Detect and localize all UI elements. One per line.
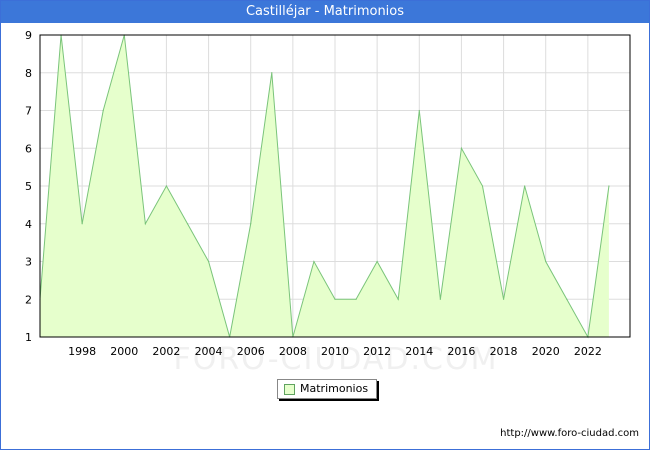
data-point — [397, 298, 399, 300]
x-tick-label: 2010 — [321, 345, 349, 358]
x-tick-label: 2002 — [152, 345, 180, 358]
chart-frame: Castilléjar - Matrimonios FORO-CIUDAD.CO… — [0, 0, 650, 450]
x-tick-label: 2020 — [532, 345, 560, 358]
data-point — [566, 298, 568, 300]
y-tick-label: 3 — [25, 256, 32, 269]
x-tick-label: 2004 — [195, 345, 223, 358]
x-tick-label: 2022 — [574, 345, 602, 358]
data-point — [334, 298, 336, 300]
legend-label: Matrimonios — [300, 382, 369, 395]
x-tick-label: 1998 — [68, 345, 96, 358]
y-tick-label: 8 — [25, 67, 32, 80]
data-point — [460, 147, 463, 149]
y-tick-label: 4 — [25, 218, 32, 231]
data-point — [545, 260, 547, 263]
data-point — [376, 260, 378, 263]
data-point — [207, 260, 210, 263]
data-point — [313, 260, 315, 263]
x-tick-label: 2018 — [490, 345, 518, 358]
y-tick-label: 6 — [25, 142, 32, 155]
x-tick-label: 2000 — [110, 345, 138, 358]
data-point — [271, 72, 273, 74]
y-tick-label: 9 — [25, 29, 32, 42]
data-point — [524, 185, 526, 187]
y-tick-label: 5 — [25, 180, 32, 193]
data-point — [418, 109, 420, 112]
data-point — [439, 298, 441, 300]
data-point — [608, 185, 610, 187]
data-point — [81, 223, 83, 225]
legend: Matrimonios — [277, 379, 377, 399]
y-tick-label: 2 — [25, 293, 32, 306]
y-tick-label: 1 — [25, 331, 32, 344]
x-tick-label: 2012 — [363, 345, 391, 358]
data-point — [186, 223, 189, 225]
x-axis-ticks: 1998 2000 2002 2004 2006 2008 2010 2012 2014 2016… — [68, 345, 602, 358]
data-point — [102, 109, 104, 112]
legend-swatch — [284, 384, 295, 395]
y-axis-ticks: 1 2 3 4 5 6 7 8 9 — [25, 29, 32, 344]
data-point — [481, 185, 484, 187]
data-point — [355, 298, 357, 300]
y-tick-label: 7 — [25, 105, 32, 118]
data-point — [144, 223, 146, 225]
source-url: http://www.foro-ciudad.com — [500, 428, 639, 439]
x-tick-label: 2014 — [405, 345, 433, 358]
data-point — [250, 223, 252, 225]
x-tick-label: 2008 — [279, 345, 307, 358]
data-point — [165, 185, 168, 187]
data-point — [502, 298, 505, 300]
x-tick-label: 2006 — [237, 345, 265, 358]
x-tick-label: 2016 — [447, 345, 475, 358]
